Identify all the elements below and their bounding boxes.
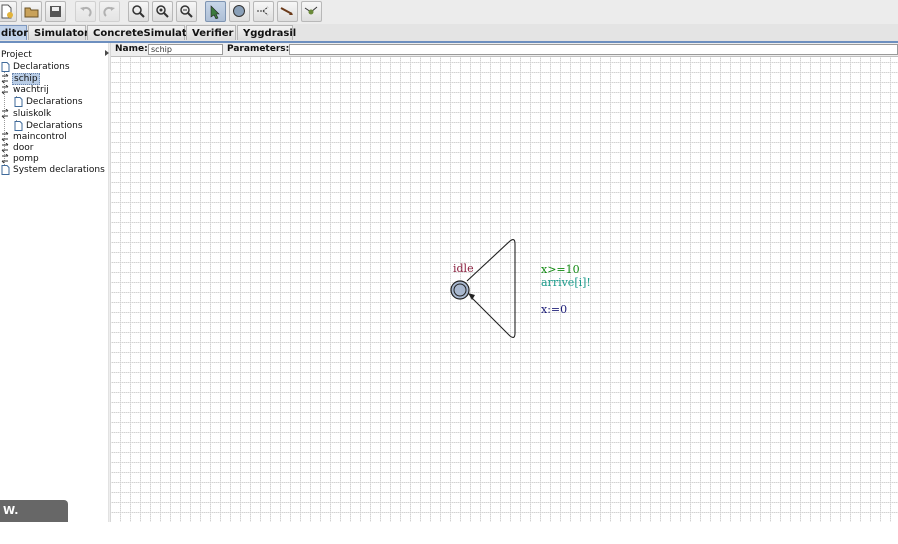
template-icon: [1, 108, 9, 118]
edge-update-label[interactable]: x:=0: [541, 303, 567, 316]
template-icon: [1, 142, 9, 152]
tree-item-label: door: [13, 143, 34, 153]
add-branch-tool-icon: [257, 6, 269, 16]
tree-item-label: System declarations: [13, 165, 105, 175]
tree-item-label: Declarations: [26, 121, 83, 131]
project-tree: Project Declarations schip wachtrij Decl…: [0, 43, 109, 522]
tab-editor[interactable]: ditor: [0, 25, 28, 40]
tree-item-wachtrij-declarations[interactable]: Declarations: [14, 96, 84, 108]
tree-root-project[interactable]: Project: [0, 49, 33, 61]
undo-button[interactable]: [75, 1, 96, 22]
collapse-arrow-icon[interactable]: [105, 50, 109, 56]
tree-item-wachtrij[interactable]: wachtrij: [1, 84, 50, 96]
tab-concrete-simulator[interactable]: ConcreteSimulator: [87, 25, 198, 40]
template-header: Name: Parameters:: [111, 43, 898, 57]
tree-item-label: wachtrij: [13, 85, 49, 95]
zoom-in-icon: [132, 5, 145, 18]
save-icon: [50, 6, 61, 17]
add-edge-button[interactable]: [277, 1, 298, 22]
zoom-out-button[interactable]: [176, 1, 197, 22]
tree-item-sluiskolk[interactable]: sluiskolk: [1, 108, 52, 120]
select-tool-button[interactable]: [205, 1, 226, 22]
add-nail-tool-icon: [304, 6, 318, 15]
automaton-canvas[interactable]: idle x>=10 arrive[i]! x:=0: [111, 57, 898, 522]
automaton-drawing: [450, 239, 516, 338]
tab-simulator[interactable]: Simulator: [28, 25, 89, 40]
new-document-button[interactable]: [0, 1, 17, 22]
document-icon: [1, 164, 10, 175]
tree-root-label: Project: [1, 50, 32, 60]
zoom-fit-icon: [156, 5, 169, 18]
add-branch-button[interactable]: [253, 1, 274, 22]
redo-button[interactable]: [99, 1, 120, 22]
template-icon: [1, 73, 9, 83]
add-location-tool-icon: [233, 5, 245, 17]
zoom-out-icon: [180, 5, 193, 18]
tree-item-label: maincontrol: [13, 132, 67, 142]
edge-guard-label[interactable]: x>=10: [541, 263, 580, 276]
location-name-label[interactable]: idle: [453, 262, 474, 275]
template-icon: [1, 84, 9, 94]
zoom-in-button[interactable]: [128, 1, 149, 22]
tree-item-system-declarations[interactable]: System declarations: [1, 164, 106, 176]
open-folder-icon: [24, 7, 39, 18]
template-icon: [1, 131, 9, 141]
tree-item-label: pomp: [13, 154, 39, 164]
initial-marker: [453, 283, 467, 297]
document-icon: [1, 61, 10, 72]
parameters-label: Parameters:: [227, 44, 290, 54]
parameters-field[interactable]: [289, 44, 898, 55]
new-document-icon: [1, 4, 13, 19]
undo-icon: [80, 6, 92, 17]
document-icon: [14, 120, 23, 131]
self-loop-edge[interactable]: [466, 239, 516, 338]
document-icon: [14, 96, 23, 107]
add-location-button[interactable]: [229, 1, 250, 22]
open-button[interactable]: [21, 1, 42, 22]
save-button[interactable]: [45, 1, 66, 22]
tab-yggdrasil[interactable]: Yggdrasil: [237, 25, 296, 40]
name-label: Name:: [115, 44, 148, 54]
tree-item-label: sluiskolk: [13, 109, 52, 119]
speaker-caption: W. (Wessel): [0, 500, 68, 539]
name-field[interactable]: [148, 44, 223, 55]
select-tool-icon: [210, 5, 220, 19]
tab-verifier[interactable]: Verifier: [186, 25, 236, 40]
add-edge-tool-icon: [280, 7, 293, 15]
template-icon: [1, 153, 9, 163]
tree-item-declarations[interactable]: Declarations: [1, 61, 71, 73]
redo-icon: [103, 6, 115, 17]
zoom-fit-button[interactable]: [152, 1, 173, 22]
tree-item-label: Declarations: [26, 97, 83, 107]
edge-sync-label[interactable]: arrive[i]!: [541, 276, 591, 289]
tree-item-label: Declarations: [13, 62, 70, 72]
toolbar: [0, 0, 898, 25]
edge-arrowhead: [468, 293, 475, 300]
tab-bar: ditor Simulator ConcreteSimulator Verifi…: [0, 24, 898, 43]
add-nail-button[interactable]: [301, 1, 322, 22]
